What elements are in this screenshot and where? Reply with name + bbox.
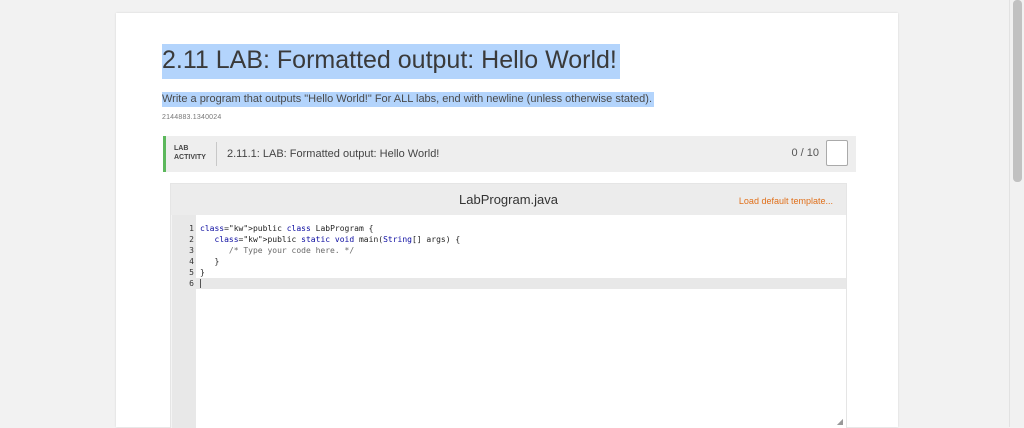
editor-header: LabProgram.java Load default template...: [171, 184, 846, 215]
code-editor[interactable]: 1 class="kw">public class LabProgram {2 c…: [172, 215, 846, 428]
code-text: class="kw">public static void main(Strin…: [214, 235, 461, 244]
line-number: 1: [189, 224, 194, 233]
scrollbar-thumb[interactable]: [1013, 0, 1022, 182]
lab-code-id: 2144883.1340024: [162, 114, 222, 121]
tag-divider: [216, 142, 217, 166]
page-scrollbar[interactable]: [1009, 0, 1024, 427]
line-number: 6: [189, 279, 194, 288]
page-title: 2.11 LAB: Formatted output: Hello World!: [162, 44, 620, 79]
lab-description: Write a program that outputs "Hello Worl…: [162, 92, 655, 107]
code-line[interactable]: 1 class="kw">public class LabProgram {: [172, 223, 846, 234]
code-editor-panel: LabProgram.java Load default template...…: [170, 183, 847, 428]
line-number: 2: [189, 235, 194, 244]
code-line[interactable]: 4 }: [172, 256, 846, 267]
lab-tag-line1: LAB: [174, 145, 189, 152]
score-box-icon: [826, 140, 848, 166]
lab-activity-tag: LAB ACTIVITY: [174, 144, 206, 162]
code-text: }: [200, 257, 220, 266]
score-display: 0 / 10: [791, 147, 819, 159]
code-line[interactable]: 3 /* Type your code here. */: [172, 245, 846, 256]
code-text: /* Type your code here. */: [228, 246, 355, 255]
load-default-template-link[interactable]: Load default template...: [739, 196, 833, 206]
code-line[interactable]: 5}: [172, 267, 846, 278]
lab-tag-line2: ACTIVITY: [174, 154, 206, 161]
resize-handle-icon[interactable]: ◢: [837, 418, 843, 426]
code-text: class="kw">public class LabProgram {: [200, 224, 374, 233]
code-text: }: [200, 268, 205, 277]
text-cursor: [200, 279, 201, 288]
line-number: 5: [189, 268, 194, 277]
activity-title: 2.11.1: LAB: Formatted output: Hello Wor…: [227, 148, 440, 160]
lab-page-card: 2.11 LAB: Formatted output: Hello World!…: [116, 13, 898, 428]
code-lines[interactable]: 1 class="kw">public class LabProgram {2 c…: [172, 223, 846, 289]
line-number: 3: [189, 246, 194, 255]
code-line[interactable]: 2 class="kw">public static void main(Str…: [172, 234, 846, 245]
line-number: 4: [189, 257, 194, 266]
code-line[interactable]: 6: [172, 278, 846, 289]
lab-activity-header: LAB ACTIVITY 2.11.1: LAB: Formatted outp…: [163, 136, 856, 172]
